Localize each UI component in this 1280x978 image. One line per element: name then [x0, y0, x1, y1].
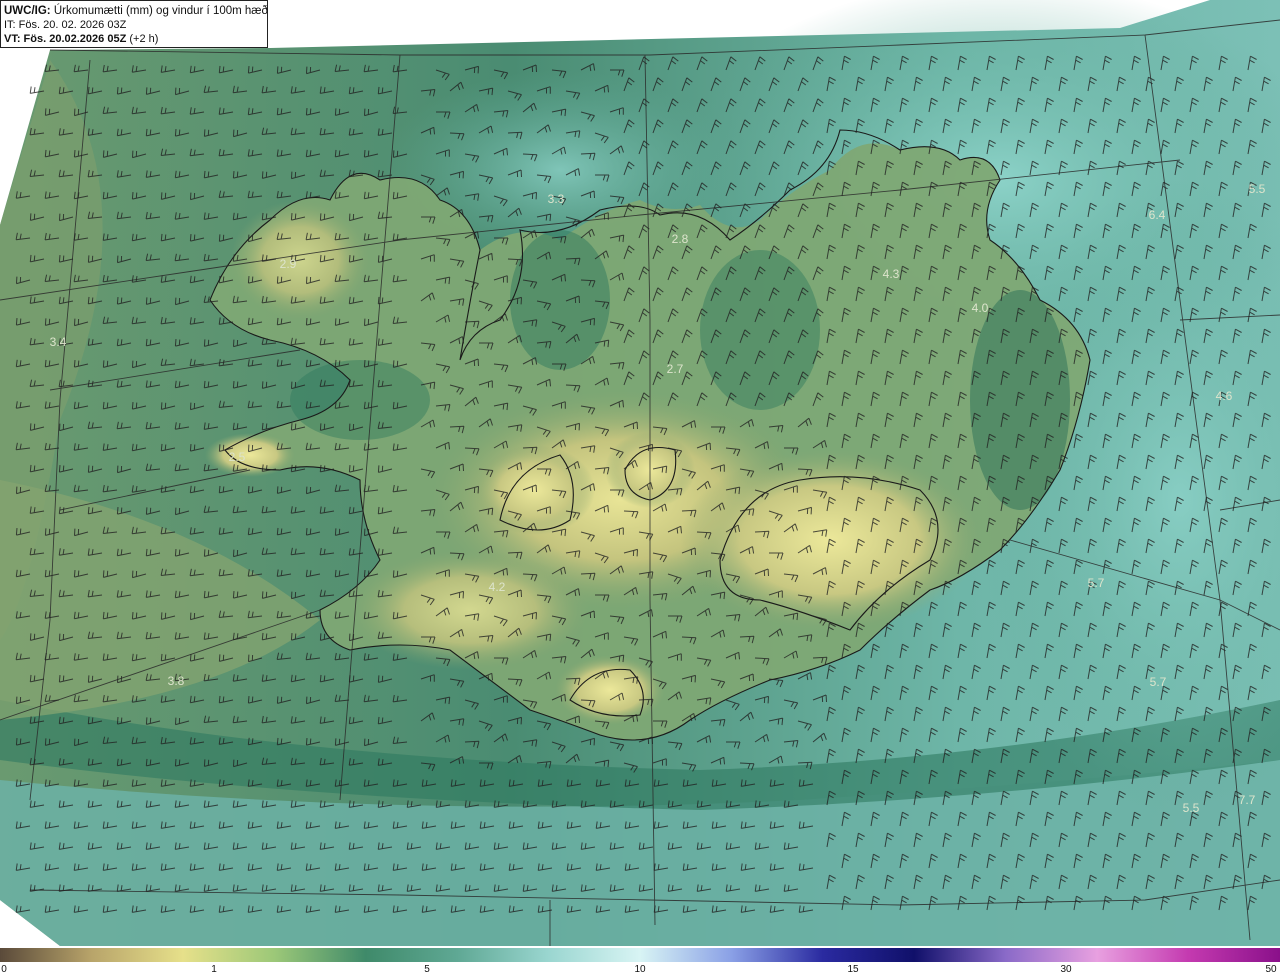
- map-value-label: 3.3: [548, 192, 565, 206]
- north-dark-1: [510, 230, 610, 370]
- colorbar-tick-label: 30: [1060, 964, 1072, 975]
- map-value-label: 6.4: [1149, 208, 1166, 222]
- map-value-label: 4.0: [972, 301, 989, 315]
- map-value-label: 7.7: [1239, 793, 1256, 807]
- colorbar-tick-label: 0: [1, 964, 7, 975]
- colorbar-tick-label: 15: [847, 964, 859, 975]
- map-value-label: 2.9: [280, 257, 297, 271]
- info-box: UWC/IG: Úrkomumætti (mm) og vindur í 100…: [0, 0, 268, 48]
- reykjanes-yellow: [350, 550, 590, 670]
- map-value-label: 5.7: [1150, 675, 1167, 689]
- valid-time-row: VT: Fös. 20.02.2026 05Z (+2 h): [4, 32, 264, 46]
- title-row: UWC/IG: Úrkomumætti (mm) og vindur í 100…: [4, 4, 268, 18]
- lead-time: (+2 h): [129, 33, 159, 45]
- colorbar-tick-label: 50: [1265, 964, 1277, 975]
- map-value-label: 5.5: [1249, 182, 1266, 196]
- map-value-label: 4.3: [883, 267, 900, 281]
- forecast-map: 3.4 2.9 3.3 2.8 4.3 4.0 6.4 5.5 2.7 2.5 4.6 4.2 3.8 5…: [0, 0, 1280, 978]
- north-dark-2: [700, 250, 820, 410]
- langjokull: [475, 445, 595, 535]
- map-value-label: 3.4: [50, 335, 67, 349]
- colorbar-tick-label: 10: [634, 964, 646, 975]
- model-label: UWC/IG:: [4, 5, 51, 17]
- map-value-label: 4.2: [489, 580, 506, 594]
- map-value-label: 5.7: [1088, 576, 1105, 590]
- map-value-label: 2.7: [667, 362, 684, 376]
- initial-time: IT: Fös. 20. 02. 2026 03Z: [4, 19, 127, 31]
- map-value-label: 3.8: [168, 674, 185, 688]
- map-title: Úrkomumætti (mm) og vindur í 100m hæð: [53, 5, 268, 17]
- colorbar-labels: 0 1 5 10 15 30 50: [0, 962, 1280, 978]
- map-canvas: 3.4 2.9 3.3 2.8 4.3 4.0 6.4 5.5 2.7 2.5 4.6 4.2 3.8 5…: [0, 0, 1280, 978]
- colorbar: [0, 948, 1280, 962]
- map-value-label: 5.5: [1183, 801, 1200, 815]
- colorbar-tick-label: 5: [424, 964, 430, 975]
- map-value-label: 2.8: [672, 232, 689, 246]
- map-value-label: 2.5: [229, 450, 246, 464]
- valid-time: VT: Fös. 20.02.2026 05Z: [4, 33, 127, 45]
- map-value-label: 4.6: [1216, 389, 1233, 403]
- colorbar-tick-label: 1: [211, 964, 217, 975]
